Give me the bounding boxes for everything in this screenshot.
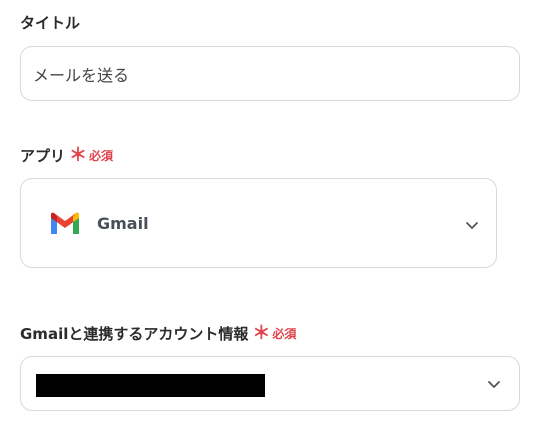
selected-app-name: Gmail [97, 214, 149, 233]
required-indicator: ＊ 必須 [252, 322, 297, 344]
required-asterisk: ＊ [252, 322, 271, 344]
chevron-down-icon[interactable] [465, 218, 479, 232]
title-label: タイトル [20, 12, 80, 33]
required-asterisk: ＊ [69, 144, 88, 166]
gmail-logo-icon [49, 212, 81, 236]
redacted-account-value [36, 374, 265, 397]
required-text: 必須 [89, 149, 114, 163]
required-indicator: ＊ 必須 [69, 144, 114, 166]
chevron-down-icon[interactable] [487, 377, 501, 391]
app-select[interactable]: Gmail [20, 178, 497, 268]
account-label-text: Gmailと連携するアカウント情報 [20, 325, 249, 343]
account-label: Gmailと連携するアカウント情報 ＊ 必須 [20, 323, 296, 344]
required-text: 必須 [272, 327, 297, 341]
title-label-text: タイトル [20, 14, 81, 32]
title-input[interactable] [20, 46, 520, 101]
app-label-text: アプリ [20, 147, 66, 165]
account-select[interactable] [20, 356, 520, 411]
app-label: アプリ ＊ 必須 [20, 145, 113, 166]
